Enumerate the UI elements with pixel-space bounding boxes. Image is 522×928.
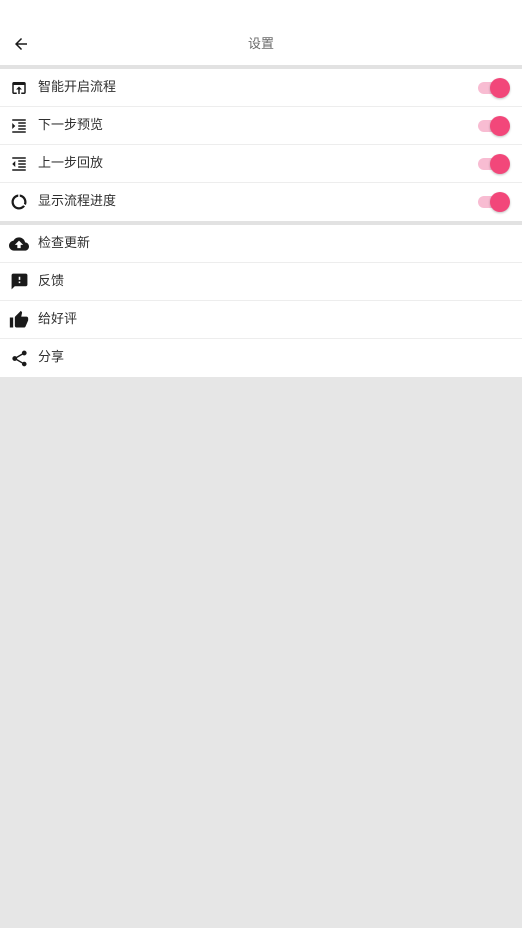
setting-label: 显示流程进度 — [38, 194, 117, 209]
toggle-thumb — [490, 192, 510, 212]
format-indent-increase-icon — [8, 115, 30, 137]
cloud-upload-icon — [8, 233, 30, 255]
open-in-browser-icon — [8, 77, 30, 99]
setting-label: 智能开启流程 — [38, 80, 117, 95]
donut-progress-icon — [8, 191, 30, 213]
check-update-item[interactable]: 检查更新 — [0, 225, 522, 263]
page-title: 设置 — [247, 37, 274, 52]
next-step-preview-toggle[interactable] — [478, 115, 510, 136]
feedback-icon — [8, 271, 30, 293]
previous-step-replay-toggle[interactable] — [478, 153, 510, 174]
setting-label: 上一步回放 — [38, 156, 104, 171]
thumb-up-icon — [8, 309, 30, 331]
arrow-left-icon — [15, 38, 27, 50]
action-label: 检查更新 — [38, 236, 91, 251]
setting-next-step-preview[interactable]: 下一步预览 — [0, 107, 522, 145]
toggle-settings-section: 智能开启流程 下一步预览 上一步回放 显示流程进度 — [0, 69, 522, 221]
toggle-thumb — [490, 77, 510, 98]
status-bar — [0, 0, 522, 24]
share-item[interactable]: 分享 — [0, 339, 522, 377]
action-label: 反馈 — [38, 274, 65, 289]
action-label: 分享 — [38, 350, 65, 365]
feedback-item[interactable]: 反馈 — [0, 263, 522, 301]
toggle-thumb — [490, 115, 510, 136]
format-indent-decrease-icon — [8, 153, 30, 175]
share-icon — [8, 347, 30, 369]
setting-smart-start[interactable]: 智能开启流程 — [0, 69, 522, 107]
action-label: 给好评 — [38, 312, 78, 327]
toggle-thumb — [490, 153, 510, 174]
setting-label: 下一步预览 — [38, 118, 104, 133]
smart-start-toggle[interactable] — [478, 77, 510, 98]
app-bar: 设置 — [0, 24, 522, 65]
show-progress-toggle[interactable] — [478, 192, 510, 212]
actions-section: 检查更新 反馈 给好评 分享 — [0, 225, 522, 377]
setting-show-progress[interactable]: 显示流程进度 — [0, 183, 522, 221]
setting-previous-step-replay[interactable]: 上一步回放 — [0, 145, 522, 183]
back-button[interactable] — [7, 30, 35, 58]
rate-app-item[interactable]: 给好评 — [0, 301, 522, 339]
